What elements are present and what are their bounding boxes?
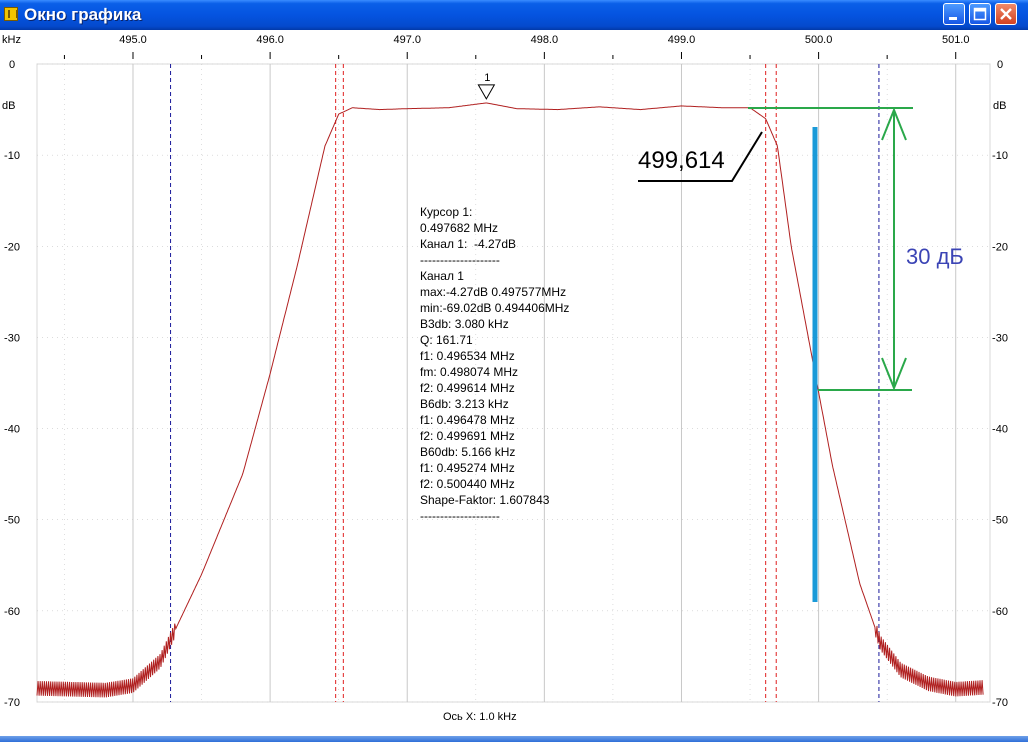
y-tick-label-right: -20	[992, 241, 1008, 253]
y-tick-label-left: -60	[4, 606, 20, 618]
info-line: f2: 0.500440 MHz	[420, 477, 515, 491]
info-line: fm: 0.498074 MHz	[420, 365, 519, 379]
info-line: --------------------	[420, 509, 500, 523]
y-tick-label-right: 0	[997, 59, 1003, 71]
info-line: B60db: 5.166 kHz	[420, 445, 516, 459]
y-tick-label-left: -50	[4, 515, 20, 527]
measurement-info-panel: Курсор 1: 0.497682 MHz Канал 1: -4.27dB ---…	[420, 172, 569, 540]
y-unit-label-right: dB	[993, 100, 1006, 112]
attenuation-annotation: 30 дБ	[906, 244, 964, 269]
info-line: f1: 0.496478 MHz	[420, 413, 515, 427]
minimize-icon	[949, 17, 957, 20]
close-icon	[1000, 8, 1012, 20]
y-tick-label-left: -30	[4, 332, 20, 344]
window-title: Окно графика	[24, 5, 142, 24]
x-tick-label: 497.0	[393, 34, 421, 46]
maximize-button[interactable]	[969, 3, 991, 25]
info-line: f2: 0.499614 MHz	[420, 381, 515, 395]
y-tick-label-right: -30	[992, 332, 1008, 344]
info-line: Курсор 1:	[420, 205, 473, 219]
x-tick-label: 499.0	[668, 34, 696, 46]
info-line: B6db: 3.213 kHz	[420, 397, 509, 411]
x-axis-scale-caption: Ось X: 1.0 kHz	[443, 711, 517, 723]
y-tick-label-left: 0	[9, 59, 15, 71]
y-unit-label-left: dB	[2, 100, 15, 112]
title-bar[interactable]: Окно графика	[0, 0, 1028, 30]
y-tick-label-left: -10	[4, 150, 20, 162]
y-tick-label-left: -70	[4, 697, 20, 709]
taskbar-edge	[0, 736, 1028, 742]
cursor-marker-label: 1	[484, 72, 490, 84]
maximize-icon	[973, 7, 987, 21]
y-tick-label-left: -40	[4, 424, 20, 436]
x-tick-label: 495.0	[119, 34, 147, 46]
y-tick-label-left: -20	[4, 241, 20, 253]
info-line: f2: 0.499691 MHz	[420, 429, 515, 443]
info-line: --------------------	[420, 253, 500, 267]
x-tick-label: 500.0	[805, 34, 833, 46]
x-unit-label: kHz	[2, 34, 21, 46]
x-tick-label: 498.0	[531, 34, 559, 46]
info-line: 0.497682 MHz	[420, 221, 499, 235]
info-line: Канал 1	[420, 269, 464, 283]
y-tick-label-right: -70	[992, 697, 1008, 709]
minimize-button[interactable]	[943, 3, 965, 25]
x-tick-label: 496.0	[256, 34, 284, 46]
info-line: Канал 1: -4.27dB	[420, 237, 517, 251]
info-line: max:-4.27dB 0.497577MHz	[420, 285, 567, 299]
frequency-annotation: 499,614	[638, 147, 725, 174]
info-line: min:-69.02dB 0.494406MHz	[420, 301, 570, 315]
x-tick-label: 501.0	[942, 34, 970, 46]
y-tick-label-right: -60	[992, 606, 1008, 618]
info-line: Shape-Faktor: 1.607843	[420, 493, 550, 507]
info-line: B3db: 3.080 kHz	[420, 317, 509, 331]
info-line: f1: 0.496534 MHz	[420, 349, 515, 363]
y-tick-label-right: -50	[992, 515, 1008, 527]
info-line: Q: 161.71	[420, 333, 473, 347]
app-icon	[4, 7, 18, 21]
y-tick-label-right: -10	[992, 150, 1008, 162]
info-line: f1: 0.495274 MHz	[420, 461, 515, 475]
y-tick-label-right: -40	[992, 424, 1008, 436]
close-button[interactable]	[995, 3, 1017, 25]
